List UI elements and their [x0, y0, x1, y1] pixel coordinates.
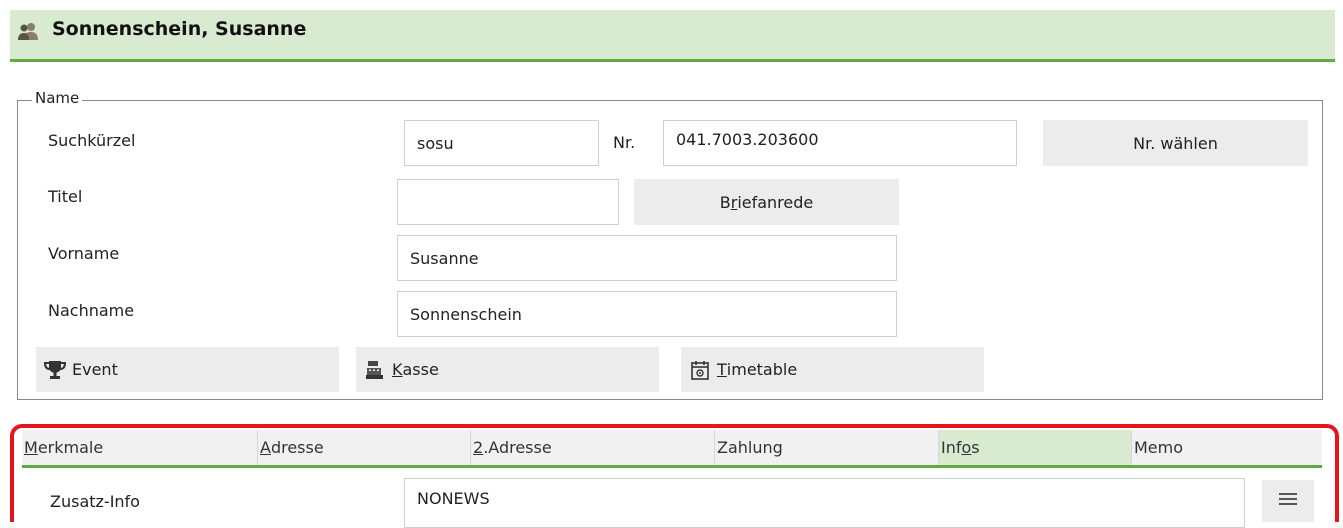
titel-label: Titel: [48, 187, 83, 206]
kasse-label-mnemonic: K: [392, 360, 403, 379]
page-title: Sonnenschein, Susanne: [52, 18, 307, 40]
person-group-icon: [18, 22, 38, 40]
titel-input[interactable]: [397, 179, 619, 225]
timetable-button[interactable]: Timetable: [681, 347, 984, 392]
briefanrede-button[interactable]: Br iefanrede: [634, 179, 899, 225]
suchkuerzel-label: Suchkürzel: [48, 131, 136, 150]
name-group-legend: Name: [32, 89, 83, 107]
nachname-input[interactable]: Sonnenschein: [397, 291, 897, 337]
nr-label: Nr.: [613, 133, 636, 152]
kasse-button[interactable]: Kasse: [356, 347, 659, 392]
calendar-icon: [689, 359, 711, 381]
vorname-input[interactable]: Susanne: [397, 235, 897, 281]
highlight-annotation: [10, 424, 1339, 522]
briefanrede-label-first: B: [719, 192, 731, 212]
kasse-label-rest: asse: [402, 360, 439, 379]
timetable-label-rest: imetable: [726, 360, 798, 379]
trophy-icon: [44, 359, 66, 381]
timetable-label-mnemonic: T: [717, 360, 727, 379]
cash-register-icon: [364, 359, 386, 381]
briefanrede-label-mnemonic: r: [730, 192, 738, 212]
event-button[interactable]: Event: [36, 347, 339, 392]
nachname-label: Nachname: [48, 301, 135, 320]
suchkuerzel-input[interactable]: sosu: [404, 120, 599, 166]
vorname-label: Vorname: [48, 244, 120, 263]
nr-input[interactable]: 041.7003.203600: [663, 120, 1017, 166]
briefanrede-label-rest: iefanrede: [737, 192, 814, 212]
nr-waehlen-button[interactable]: Nr. wählen: [1043, 120, 1308, 166]
event-label: Event: [72, 360, 118, 379]
